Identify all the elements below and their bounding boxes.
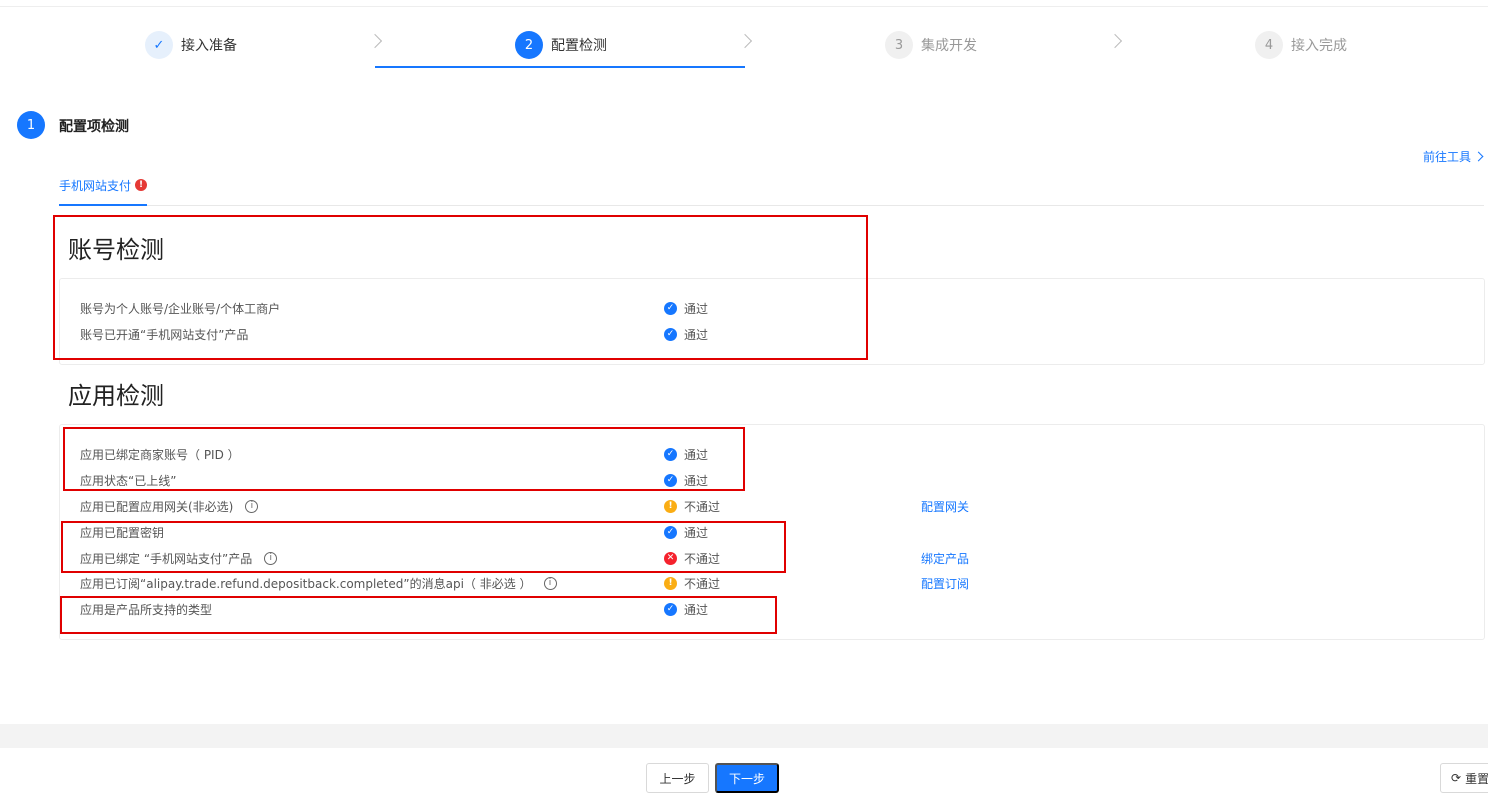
annotation-box [63, 427, 745, 491]
section-title: 配置项检测 [59, 119, 129, 135]
configure-gateway-link[interactable]: 配置网关 [921, 496, 969, 516]
step-label: 接入准备 [181, 38, 237, 54]
check-icon: ✓ [145, 31, 173, 59]
step-progress: ✓ 接入准备 2 配置检测 3 集成开发 4 接入完成 [0, 30, 1488, 70]
step-number: 3 [885, 31, 913, 59]
top-divider [0, 6, 1488, 7]
chevron-right-icon [737, 33, 753, 49]
info-icon[interactable]: i [543, 576, 557, 590]
check-status: ! 不通过 [664, 573, 720, 593]
section-number: 1 [17, 111, 45, 139]
reset-label: 重置 [1465, 771, 1488, 786]
goto-tools-label: 前往工具 [1422, 150, 1471, 164]
bind-product-link[interactable]: 绑定产品 [921, 548, 969, 568]
step-label: 接入完成 [1291, 38, 1347, 54]
tab-mobile-web-pay[interactable]: 手机网站支付 ! [59, 170, 148, 206]
annotation-box [61, 521, 786, 573]
chevron-right-icon [1473, 151, 1484, 162]
prev-step-button[interactable]: 上一步 [646, 763, 709, 793]
step-1[interactable]: ✓ 接入准备 [145, 30, 237, 60]
chevron-right-icon [1107, 33, 1123, 49]
tab-label: 手机网站支付 [59, 178, 132, 193]
check-row-label: 应用已订阅“alipay.trade.refund.depositback.co… [80, 576, 532, 591]
step-3[interactable]: 3 集成开发 [885, 30, 977, 60]
info-icon[interactable]: i [245, 499, 259, 513]
status-text: 不通过 [684, 499, 721, 514]
annotation-box [60, 596, 777, 634]
warning-icon: ! [664, 499, 677, 513]
step-number: 4 [1255, 31, 1283, 59]
annotation-box [53, 215, 868, 360]
refresh-icon: ⟳ [1451, 771, 1462, 785]
step-label: 集成开发 [921, 38, 977, 54]
app-check-title: 应用检测 [68, 382, 164, 410]
check-row: 应用已配置应用网关(非必选) i [80, 496, 259, 516]
step-4[interactable]: 4 接入完成 [1255, 30, 1347, 60]
active-step-underline [375, 66, 745, 68]
step-2[interactable]: 2 配置检测 [515, 30, 607, 60]
warning-icon: ! [664, 576, 677, 590]
step-number: 2 [515, 31, 543, 59]
step-label: 配置检测 [551, 38, 607, 54]
check-status: ! 不通过 [664, 496, 720, 516]
next-step-button[interactable]: 下一步 [715, 763, 779, 793]
goto-tools-link[interactable]: 前往工具 [1422, 148, 1484, 165]
check-row-label: 应用已配置应用网关(非必选) [80, 499, 234, 514]
status-text: 不通过 [684, 576, 721, 591]
chevron-right-icon [367, 33, 383, 49]
configure-subscription-link[interactable]: 配置订阅 [921, 573, 969, 593]
reset-button[interactable]: ⟳ 重置 [1440, 763, 1488, 793]
check-row: 应用已订阅“alipay.trade.refund.depositback.co… [80, 573, 557, 593]
alert-icon: ! [135, 179, 148, 191]
tab-bar: 手机网站支付 ! [59, 170, 1484, 206]
